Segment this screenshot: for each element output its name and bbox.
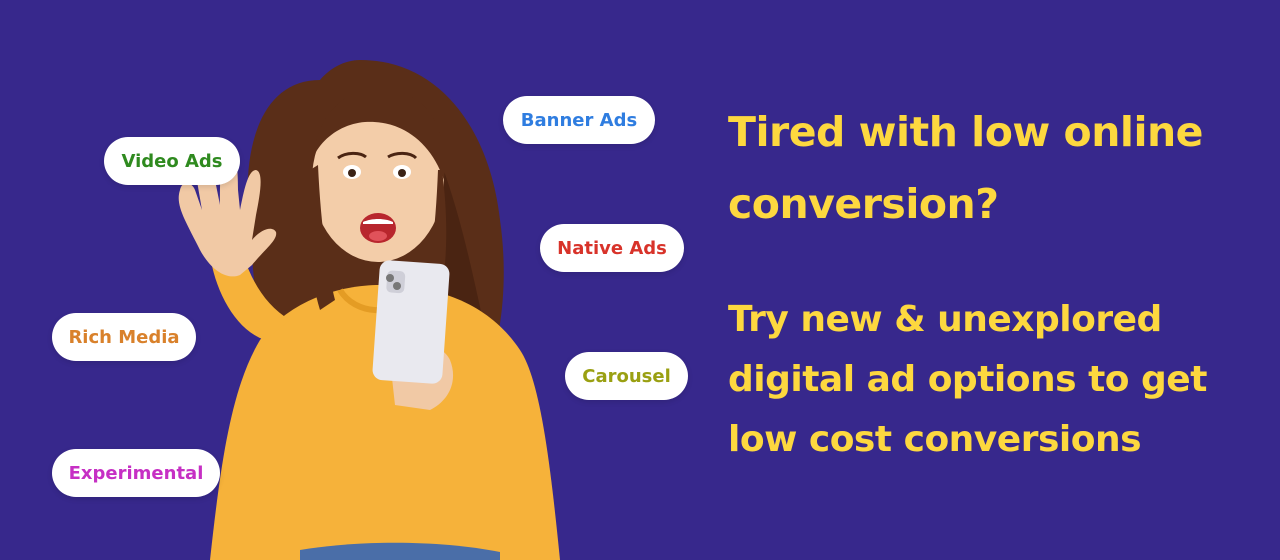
subheadline: Try new & unexplored digital ad options …: [728, 290, 1268, 470]
native-ads-tag: Native Ads: [540, 224, 684, 272]
banner-ads-label: Banner Ads: [520, 109, 638, 131]
experimental-label: Experimental: [68, 462, 204, 484]
carousel-tag: Carousel: [565, 352, 688, 400]
rich-media-label: Rich Media: [68, 326, 180, 348]
experimental-tag: Experimental: [52, 449, 220, 497]
subheadline-line-2: digital ad options to get: [728, 359, 1207, 400]
native-ads-label: Native Ads: [557, 237, 667, 259]
video-ads-tag: Video Ads: [104, 137, 240, 185]
carousel-label: Carousel: [582, 365, 671, 387]
banner-ads-tag: Banner Ads: [503, 96, 655, 144]
headline: Tired with low online conversion?: [728, 96, 1268, 240]
promo-banner: Banner Ads Video Ads Native Ads Rich Med…: [0, 0, 1280, 560]
headline-block: Tired with low online conversion? Try ne…: [728, 96, 1268, 470]
headline-line-1: Tired with low online: [728, 108, 1204, 156]
headline-line-2: conversion?: [728, 180, 999, 228]
subheadline-line-3: low cost conversions: [728, 419, 1142, 460]
subheadline-line-1: Try new & unexplored: [728, 299, 1162, 340]
rich-media-tag: Rich Media: [52, 313, 196, 361]
video-ads-label: Video Ads: [121, 150, 223, 172]
